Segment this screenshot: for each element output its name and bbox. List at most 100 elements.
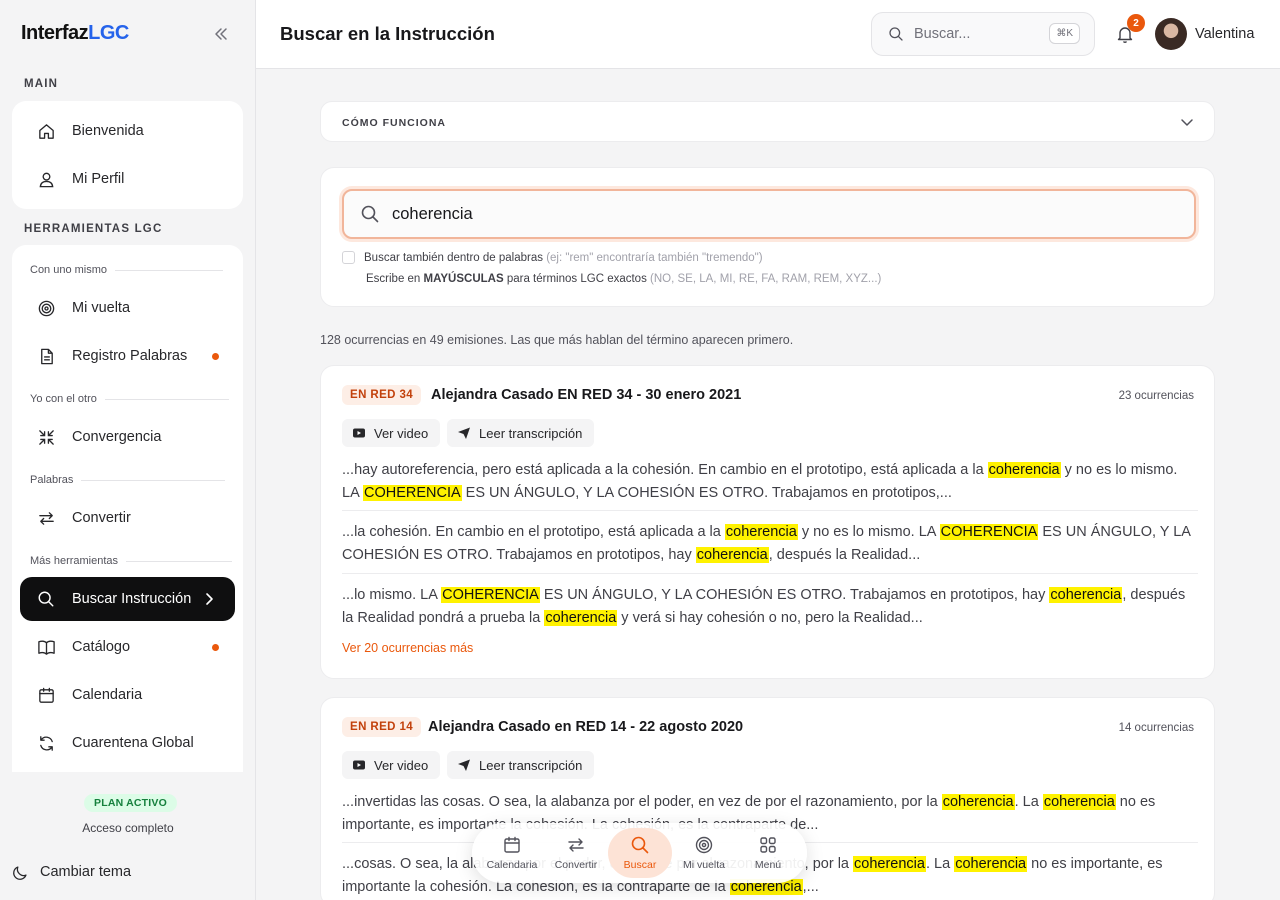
snippet-divider — [342, 573, 1198, 574]
video-icon — [353, 760, 365, 770]
watch-video-button[interactable]: Ver video — [342, 419, 441, 447]
moon-icon — [13, 866, 27, 880]
global-search[interactable]: ⌘K — [871, 12, 1095, 56]
sidebar-item-label: Convergencia — [72, 429, 162, 445]
result-title: Alejandra Casado en RED 14 - 22 agosto 2… — [428, 719, 744, 735]
sidebar-item-label: Cuarentena Global — [72, 735, 194, 751]
highlighted-term: coherencia — [853, 856, 926, 872]
collapse-sidebar-button[interactable] — [210, 24, 232, 44]
dock-item-mi-vuelta[interactable]: Mi vuelta — [672, 828, 736, 878]
option-label: Buscar también dentro de palabras — [364, 251, 543, 264]
instruction-search-input[interactable] — [392, 204, 1092, 224]
sidebar-item-bienvenida[interactable]: Bienvenida — [20, 109, 235, 153]
converge-icon — [36, 427, 56, 447]
theme-toggle-label: Cambiar tema — [40, 864, 132, 880]
search-panel: Buscar también dentro de palabras (ej: "… — [320, 167, 1215, 307]
sidebar-item-label: Registro Palabras — [72, 348, 188, 364]
search-icon — [361, 205, 379, 223]
search-icon — [631, 836, 649, 854]
global-search-input[interactable] — [914, 26, 1034, 42]
instruction-search-box[interactable] — [342, 189, 1196, 239]
show-more-occurrences-link[interactable]: Ver 20 ocurrencias más — [342, 641, 473, 655]
highlighted-term: coherencia — [987, 462, 1061, 478]
calendar-icon — [504, 836, 520, 853]
sidebar-item-label: Calendaria — [72, 687, 143, 703]
highlighted-term: coherencia — [1049, 587, 1123, 603]
result-title: Alejandra Casado EN RED 34 - 30 enero 20… — [431, 387, 742, 403]
avatar[interactable] — [1155, 18, 1187, 50]
highlighted-term: COHERENCIA — [441, 587, 540, 603]
new-indicator-dot — [212, 644, 219, 651]
search-icon — [36, 589, 56, 609]
sidebar-item-catalogo[interactable]: Catálogo — [20, 625, 235, 669]
new-indicator-dot — [212, 353, 219, 360]
document-icon — [36, 346, 56, 366]
send-icon — [458, 759, 470, 771]
sidebar: InterfazLGC MAIN Bienvenida Mi Perfil HE… — [0, 0, 256, 900]
snippet: ...hay autoreferencia, pero está aplicad… — [342, 462, 1178, 501]
highlighted-term: coherencia — [544, 609, 618, 626]
sidebar-item-label: Mi vuelta — [72, 300, 131, 316]
sidebar-item-cuarentena-global[interactable]: Cuarentena Global — [20, 721, 235, 765]
results-summary: 128 ocurrencias en 49 emisiones. Las que… — [320, 333, 794, 347]
search-within-words-option[interactable]: Buscar también dentro de palabras (ej: "… — [342, 251, 763, 264]
dock-item-menu[interactable]: Menú — [736, 828, 800, 878]
group-label-palabras: Palabras — [30, 474, 226, 486]
option-hint: (ej: "rem" encontraría también "tremendo… — [546, 251, 763, 264]
sidebar-item-registro-palabras[interactable]: Registro Palabras — [20, 334, 235, 378]
highlighted-term: coherencia — [941, 794, 1015, 810]
search-within-words-checkbox[interactable] — [342, 251, 355, 264]
sidebar-item-label: Buscar Instrucción — [72, 591, 192, 607]
highlighted-term: coherencia — [954, 856, 1028, 872]
page-title: Buscar en la Instrucción — [280, 23, 495, 44]
sidebar-item-mi-perfil[interactable]: Mi Perfil — [20, 157, 235, 201]
send-icon — [458, 427, 470, 439]
sidebar-item-label: Bienvenida — [72, 123, 144, 139]
dock-item-calendaria[interactable]: Calendaria — [480, 828, 544, 878]
search-icon — [889, 27, 903, 41]
result-card: EN RED 34 Alejandra Casado EN RED 34 - 3… — [320, 365, 1215, 679]
occurrence-count: 14 ocurrencias — [1118, 722, 1194, 734]
sidebar-item-convergencia[interactable]: Convergencia — [20, 415, 235, 459]
plan-access-text: Acceso completo — [82, 821, 174, 835]
sidebar-item-mi-vuelta[interactable]: Mi vuelta — [20, 286, 235, 330]
user-name[interactable]: Valentina — [1195, 26, 1254, 42]
book-icon — [36, 637, 56, 657]
calendar-icon — [36, 685, 56, 705]
sidebar-item-calendaria[interactable]: Calendaria — [20, 673, 235, 717]
snippet: ...la cohesión. En cambio en el prototip… — [342, 524, 1191, 563]
group-label-mas-herramientas: Más herramientas — [30, 555, 233, 567]
notification-count-badge: 2 — [1127, 14, 1145, 32]
read-transcript-button[interactable]: Leer transcripción — [447, 419, 595, 447]
episode-tag: EN RED 34 — [342, 385, 422, 405]
dock-item-convertir[interactable]: Convertir — [544, 828, 608, 878]
how-it-works-accordion[interactable]: CÓMO FUNCIONA — [320, 101, 1215, 142]
sidebar-item-label: Mi Perfil — [72, 171, 125, 187]
arrows-icon — [36, 508, 56, 528]
app-logo[interactable]: InterfazLGC — [21, 22, 129, 45]
group-label-con-uno-mismo: Con uno mismo — [30, 264, 224, 276]
watch-video-button[interactable]: Ver video — [342, 751, 441, 779]
read-transcript-button[interactable]: Leer transcripción — [447, 751, 595, 779]
grid-icon — [760, 837, 776, 853]
sidebar-item-label: Catálogo — [72, 639, 131, 655]
chevrons-left-icon — [215, 28, 227, 40]
sidebar-item-convertir[interactable]: Convertir — [20, 496, 235, 540]
snippet: ...lo mismo. LA COHERENCIA ES UN ÁNGULO,… — [342, 587, 1186, 626]
spiral-icon — [695, 836, 713, 854]
spiral-icon — [36, 298, 56, 318]
dock-item-buscar[interactable]: Buscar — [608, 828, 672, 878]
top-header: Buscar en la Instrucción ⌘K 2 Valentina — [256, 0, 1280, 69]
chevron-right-icon — [201, 590, 217, 612]
theme-toggle-button[interactable]: Cambiar tema — [12, 863, 131, 881]
how-it-works-label: CÓMO FUNCIONA — [342, 117, 446, 129]
bottom-dock: Calendaria Convertir Buscar Mi vuelta Me… — [472, 823, 807, 883]
sidebar-item-label: Convertir — [72, 510, 131, 526]
sidebar-item-buscar-instruccion[interactable]: Buscar Instrucción — [20, 577, 235, 621]
section-label-tools: HERRAMIENTAS LGC — [24, 223, 163, 235]
home-icon — [36, 121, 56, 141]
highlighted-term: coherencia — [695, 546, 769, 563]
highlighted-term: coherencia — [1042, 794, 1116, 810]
highlighted-term: coherencia — [724, 524, 798, 540]
group-label-yo-con-el-otro: Yo con el otro — [30, 393, 229, 405]
